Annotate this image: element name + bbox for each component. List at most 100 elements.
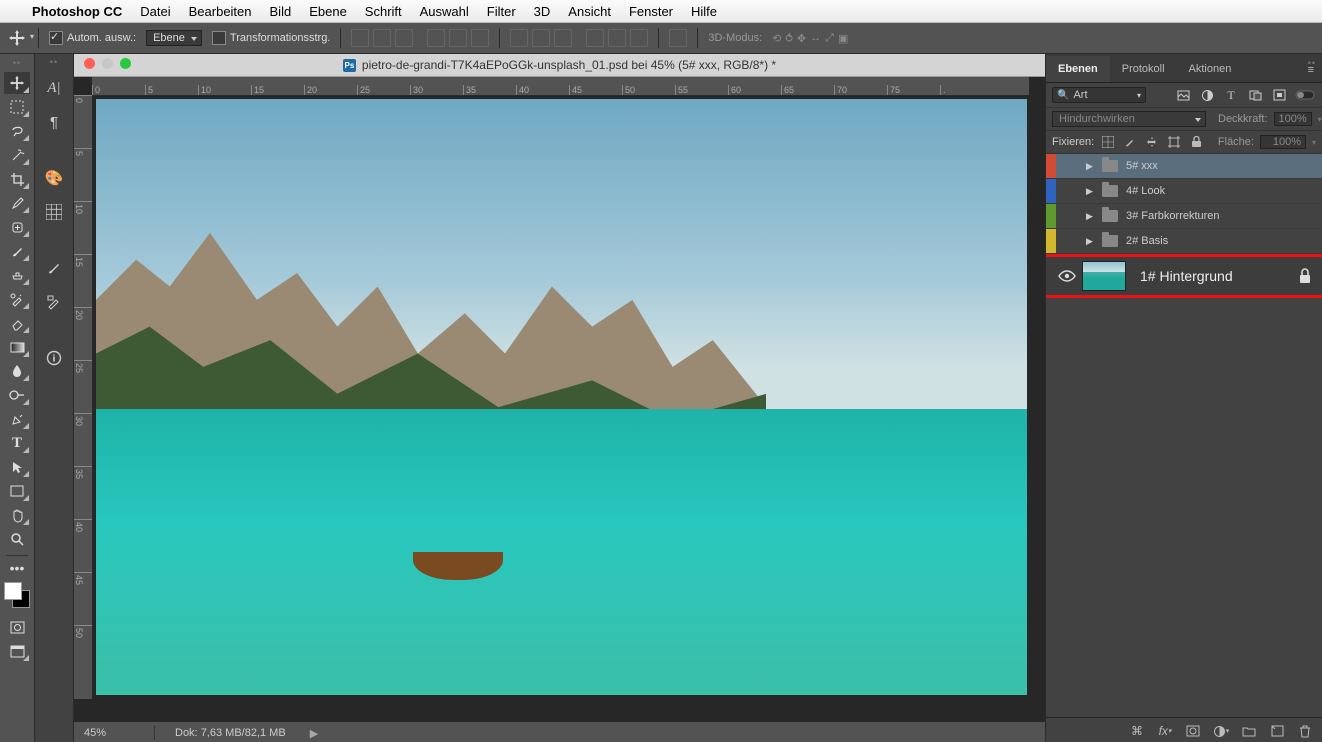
auto-select-mode-dropdown[interactable]: Ebene [146, 30, 202, 46]
filter-adjustment-icon[interactable] [1198, 86, 1216, 104]
filter-smartobject-icon[interactable] [1270, 86, 1288, 104]
auto-select-checkbox[interactable]: Autom. ausw.: [49, 31, 136, 45]
menu-edit[interactable]: Bearbeiten [189, 4, 252, 19]
orbit-3d-icon[interactable]: ⟲ [772, 32, 781, 45]
layer-group-row[interactable]: ▶4# Look [1046, 179, 1322, 204]
menu-filter[interactable]: Filter [487, 4, 516, 19]
lock-artboard-icon[interactable] [1166, 134, 1182, 150]
slide-3d-icon[interactable]: ↔ [810, 32, 821, 45]
ruler-horizontal[interactable]: 051015202530354045505560657075. [92, 77, 1029, 96]
document-image[interactable] [96, 99, 1027, 695]
lasso-tool[interactable] [4, 120, 30, 142]
dodge-tool[interactable] [4, 384, 30, 406]
expand-arrow-icon[interactable]: ▶ [1086, 236, 1098, 247]
blur-tool[interactable] [4, 360, 30, 382]
lock-pixels-icon[interactable] [1122, 134, 1138, 150]
transform-controls-checkbox[interactable]: Transformationsstrg. [212, 31, 330, 45]
color-swatches[interactable] [4, 582, 30, 608]
lock-all-icon[interactable] [1188, 134, 1204, 150]
expand-arrow-icon[interactable]: ▶ [1086, 161, 1098, 172]
blend-mode-dropdown[interactable]: Hindurchwirken [1052, 111, 1206, 127]
align-hcenter-icon[interactable] [449, 29, 467, 47]
tab-layers[interactable]: Ebenen [1046, 56, 1110, 82]
menu-layer[interactable]: Ebene [309, 4, 347, 19]
crop-tool[interactable] [4, 168, 30, 190]
align-vcenter-icon[interactable] [373, 29, 391, 47]
align-bottom-icon[interactable] [395, 29, 413, 47]
move-tool[interactable] [4, 72, 30, 94]
type-tool[interactable]: T [4, 432, 30, 454]
delete-layer-icon[interactable] [1296, 722, 1314, 740]
history-brush-tool[interactable] [4, 288, 30, 310]
filter-type-icon[interactable]: T [1222, 86, 1240, 104]
distribute-hcenter-icon[interactable] [608, 29, 626, 47]
magic-wand-tool[interactable] [4, 144, 30, 166]
background-layer-row[interactable]: 1# Hintergrund [1046, 254, 1322, 298]
fg-color-swatch[interactable] [4, 582, 22, 600]
marquee-tool[interactable] [4, 96, 30, 118]
paragraph-panel-icon[interactable]: ¶ [42, 110, 66, 134]
hand-tool[interactable] [4, 504, 30, 526]
brush-tool[interactable] [4, 240, 30, 262]
tab-actions[interactable]: Aktionen [1177, 56, 1244, 82]
filter-shape-icon[interactable] [1246, 86, 1264, 104]
gradient-tool[interactable] [4, 336, 30, 358]
expand-arrow-icon[interactable]: ▶ [1086, 211, 1098, 222]
filter-pixel-icon[interactable] [1174, 86, 1192, 104]
close-window-button[interactable] [84, 58, 95, 69]
brush-settings-panel-icon[interactable] [42, 290, 66, 314]
layer-mask-icon[interactable] [1184, 722, 1202, 740]
clone-stamp-tool[interactable] [4, 264, 30, 286]
menu-help[interactable]: Hilfe [691, 4, 717, 19]
zoom-level[interactable]: 45% [84, 727, 134, 739]
align-right-icon[interactable] [471, 29, 489, 47]
new-group-icon[interactable] [1240, 722, 1258, 740]
edit-toolbar-icon[interactable]: ••• [4, 561, 30, 575]
canvas[interactable]: 051015202530354045505560657075. 05101520… [74, 77, 1045, 721]
swatches-panel-icon[interactable] [42, 200, 66, 224]
expand-arrow-icon[interactable]: ▶ [1086, 186, 1098, 197]
fill-input[interactable]: 100% [1260, 135, 1306, 149]
menu-type[interactable]: Schrift [365, 4, 402, 19]
minimize-window-button[interactable] [102, 58, 113, 69]
opacity-input[interactable]: 100% [1274, 112, 1312, 126]
visibility-toggle[interactable] [1052, 269, 1082, 283]
lock-position-icon[interactable] [1144, 134, 1160, 150]
menu-3d[interactable]: 3D [534, 4, 551, 19]
roll-3d-icon[interactable]: ⥀ [785, 32, 793, 45]
pan-3d-icon[interactable]: ✥ [797, 32, 806, 45]
eyedropper-tool[interactable] [4, 192, 30, 214]
filter-kind-dropdown[interactable]: 🔍Art▾ [1052, 87, 1146, 103]
color-panel-icon[interactable]: 🎨 [42, 166, 66, 190]
app-name[interactable]: Photoshop CC [32, 4, 122, 19]
distribute-left-icon[interactable] [586, 29, 604, 47]
pen-tool[interactable] [4, 408, 30, 430]
status-menu-arrow-icon[interactable]: ▶ [310, 727, 318, 740]
zoom-window-button[interactable] [120, 58, 131, 69]
screenmode-icon[interactable] [4, 640, 30, 662]
layer-group-row[interactable]: ▶5# xxx [1046, 154, 1322, 179]
camera-3d-icon[interactable]: ▣ [838, 32, 848, 45]
layer-group-row[interactable]: ▶2# Basis [1046, 229, 1322, 254]
menu-view[interactable]: Ansicht [568, 4, 611, 19]
lock-icon[interactable] [1298, 268, 1312, 284]
rectangle-tool[interactable] [4, 480, 30, 502]
new-layer-icon[interactable] [1268, 722, 1286, 740]
healing-brush-tool[interactable] [4, 216, 30, 238]
adjustment-layer-icon[interactable]: ▾ [1212, 722, 1230, 740]
link-layers-icon[interactable]: ⌘ [1128, 722, 1146, 740]
menu-image[interactable]: Bild [270, 4, 292, 19]
distribute-right-icon[interactable] [630, 29, 648, 47]
align-left-icon[interactable] [427, 29, 445, 47]
layer-thumbnail[interactable] [1082, 261, 1126, 291]
panel-grip-icon[interactable]: •• [50, 57, 58, 67]
move-tool-icon[interactable]: ▾ [6, 27, 28, 49]
distribute-vcenter-icon[interactable] [532, 29, 550, 47]
auto-align-icon[interactable] [669, 29, 687, 47]
panel-grip-icon[interactable]: •• [13, 58, 21, 68]
filter-toggle-switch[interactable] [1294, 86, 1316, 104]
menu-select[interactable]: Auswahl [420, 4, 469, 19]
panel-grip-icon[interactable]: •• [1308, 58, 1316, 68]
info-panel-icon[interactable] [42, 346, 66, 370]
eraser-tool[interactable] [4, 312, 30, 334]
